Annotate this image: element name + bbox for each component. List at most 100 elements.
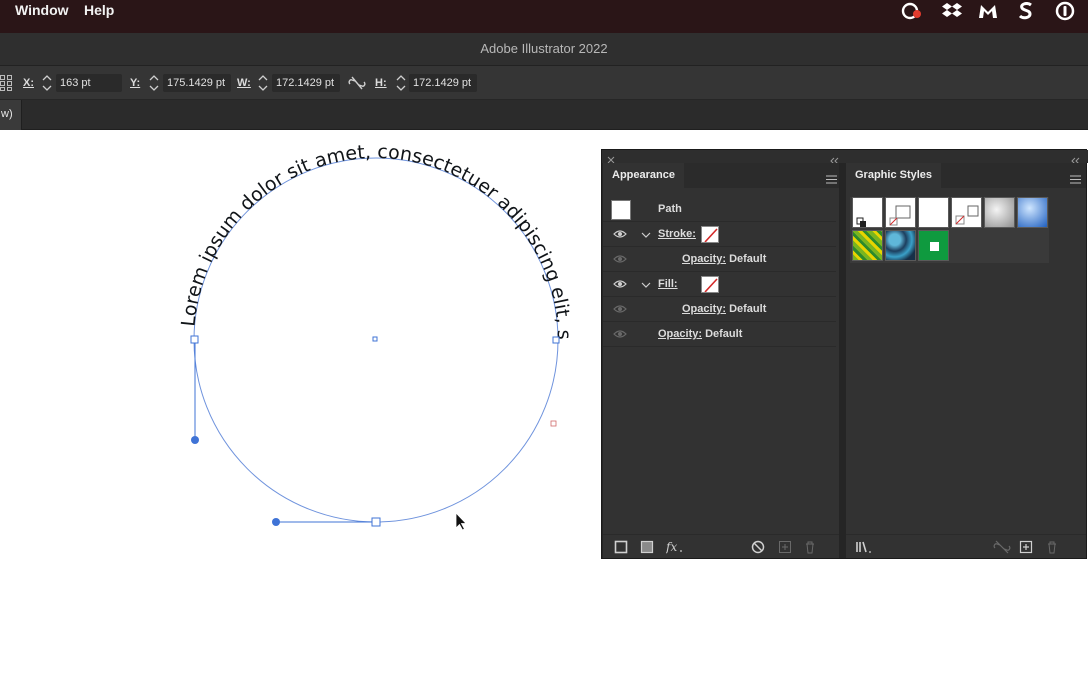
appearance-row-path[interactable]: Path <box>603 197 836 222</box>
add-new-stroke-icon[interactable] <box>614 540 628 554</box>
opacity-label[interactable]: Opacity: <box>682 253 726 265</box>
graphic-style-green-square[interactable] <box>918 230 949 261</box>
visibility-eye-icon[interactable] <box>613 229 627 239</box>
new-graphic-style-icon[interactable] <box>1019 540 1033 554</box>
stroke-label-text: Stroke: <box>658 228 696 240</box>
constrain-proportions-icon[interactable] <box>348 75 366 91</box>
appearance-row-stroke[interactable]: Stroke: <box>603 222 836 247</box>
direction-handle-bottom[interactable] <box>272 518 280 526</box>
graphic-styles-tab[interactable]: Graphic Styles <box>846 163 942 188</box>
menu-bar: Window Help <box>0 0 1088 33</box>
stroke-swatch-none-icon[interactable] <box>701 226 719 243</box>
delete-graphic-style-icon[interactable] <box>1045 540 1059 554</box>
onepassword-icon[interactable] <box>1053 0 1077 22</box>
fill-opacity: Opacity: Default <box>682 303 766 315</box>
graphic-styles-footer <box>846 534 1086 558</box>
menu-window[interactable]: Window <box>15 2 69 18</box>
graphic-style-gray-shadow[interactable] <box>984 197 1015 228</box>
visibility-eye-icon <box>613 304 627 314</box>
anchor-point-left[interactable] <box>190 335 199 344</box>
app-title-bar: Adobe Illustrator 2022 <box>0 33 1088 66</box>
dropbox-icon[interactable] <box>940 0 964 22</box>
creative-cloud-icon[interactable] <box>900 0 924 22</box>
chevron-down-icon[interactable] <box>641 230 651 238</box>
stroke-opacity: Opacity: Default <box>682 253 766 265</box>
fill-label-text: Fill: <box>658 278 678 290</box>
opacity-label[interactable]: Opacity: <box>658 328 702 340</box>
graphic-styles-menu-icon[interactable] <box>1070 171 1081 184</box>
opacity-value: Default <box>729 303 767 315</box>
graphic-style-basic-text[interactable] <box>885 197 916 228</box>
malwarebytes-icon[interactable] <box>976 0 1000 22</box>
h-field[interactable]: 172.1429 pt <box>409 74 477 92</box>
x-label: X: <box>23 77 34 89</box>
pane-divider[interactable] <box>839 163 846 558</box>
graphic-styles-panel: Graphic Styles <box>846 163 1086 558</box>
graphic-style-white[interactable] <box>918 197 949 228</box>
appearance-row-object-opacity[interactable]: Opacity: Default <box>603 322 836 347</box>
appearance-menu-icon[interactable] <box>826 171 837 184</box>
svg-text:fx: fx <box>666 540 677 554</box>
appearance-row-fill[interactable]: Fill: <box>603 272 836 297</box>
y-stepper-icon[interactable] <box>149 73 159 93</box>
graphic-style-blue-glow[interactable] <box>1017 197 1048 228</box>
appearance-tab[interactable]: Appearance <box>603 163 684 188</box>
visibility-eye-icon[interactable] <box>613 279 627 289</box>
object-opacity: Opacity: Default <box>658 328 742 340</box>
appearance-panel: Appearance Path Stroke: Opacity: Default… <box>603 163 839 558</box>
document-tab-bar: w) <box>0 100 1088 130</box>
graphic-style-libraries-icon[interactable] <box>855 540 873 554</box>
appearance-row-stroke-opacity[interactable]: Opacity: Default <box>603 247 836 272</box>
h-label: H: <box>375 77 387 89</box>
direction-handle-left[interactable] <box>191 436 199 444</box>
appearance-header: Appearance <box>603 163 839 188</box>
opacity-value: Default <box>705 328 743 340</box>
w-field[interactable]: 172.1429 pt <box>272 74 340 92</box>
anchor-point-right[interactable] <box>552 336 560 344</box>
appearance-footer: fx <box>603 534 839 558</box>
center-point[interactable] <box>372 336 378 342</box>
visibility-eye-icon <box>613 329 627 339</box>
break-link-icon[interactable] <box>993 540 1011 554</box>
y-field[interactable]: 175.1429 pt <box>163 74 231 92</box>
delete-item-icon[interactable] <box>803 540 817 554</box>
y-label: Y: <box>130 77 141 89</box>
reference-point-icon[interactable] <box>0 75 14 94</box>
panel-top-strip[interactable] <box>602 150 1088 165</box>
add-effect-fx-icon[interactable]: fx <box>665 540 684 554</box>
text-overflow-marker[interactable] <box>550 420 557 427</box>
graphic-style-blue-pattern[interactable] <box>885 230 916 261</box>
anchor-point-bottom[interactable] <box>371 517 381 527</box>
graphic-style-no-fill[interactable] <box>951 197 982 228</box>
screen: Window Help Adobe Illustrator 2022 X: 16… <box>0 0 1088 698</box>
w-label: W: <box>237 77 251 89</box>
path-thumbnail <box>611 200 631 220</box>
x-field[interactable]: 163 pt <box>56 74 122 92</box>
opacity-label[interactable]: Opacity: <box>682 303 726 315</box>
path-text-content: Lorem ipsum dolor sit amet, consectetuer… <box>0 130 575 340</box>
scrivener-icon[interactable] <box>1014 0 1038 22</box>
artwork[interactable]: Lorem ipsum dolor sit amet, consectetuer… <box>0 130 600 560</box>
path-label: Path <box>658 203 682 215</box>
fill-swatch-none-icon[interactable] <box>701 276 719 293</box>
menu-help[interactable]: Help <box>84 2 114 18</box>
opacity-value: Default <box>729 253 767 265</box>
chevron-down-icon[interactable] <box>641 280 651 288</box>
add-new-fill-icon[interactable] <box>640 540 654 554</box>
control-bar: X: 163 pt Y: 175.1429 pt W: 172.1429 pt … <box>0 66 1088 100</box>
x-stepper-icon[interactable] <box>42 73 52 93</box>
appearance-row-fill-opacity[interactable]: Opacity: Default <box>603 297 836 322</box>
fill-label[interactable]: Fill: <box>658 278 678 290</box>
w-stepper-icon[interactable] <box>258 73 268 93</box>
path-text[interactable]: Lorem ipsum dolor sit amet, consectetuer… <box>0 130 575 340</box>
duplicate-item-icon[interactable] <box>778 540 792 554</box>
graphic-style-green-pattern[interactable] <box>852 230 883 261</box>
stroke-label[interactable]: Stroke: <box>658 228 696 240</box>
document-tab[interactable]: w) <box>0 100 22 130</box>
panel-group: Appearance Path Stroke: Opacity: Default… <box>601 149 1088 559</box>
mouse-cursor-icon <box>455 512 467 531</box>
app-title: Adobe Illustrator 2022 <box>480 41 608 56</box>
clear-appearance-icon[interactable] <box>751 540 765 554</box>
h-stepper-icon[interactable] <box>396 73 406 93</box>
graphic-style-default[interactable] <box>852 197 883 228</box>
